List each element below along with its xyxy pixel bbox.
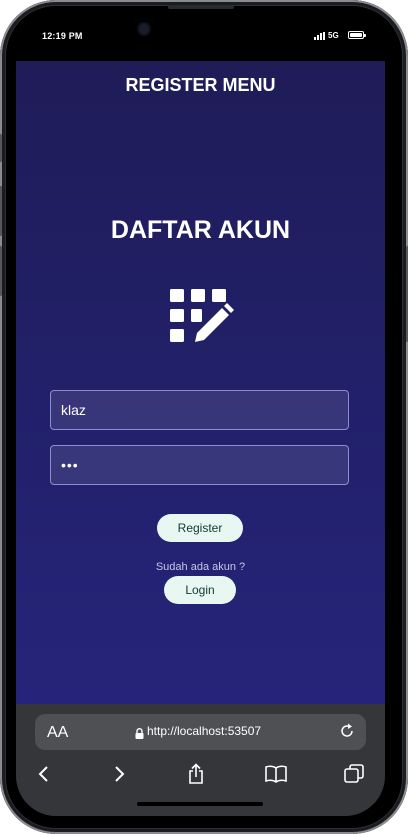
address-bar[interactable]: AA http://localhost:53507 (35, 714, 366, 750)
battery-icon (348, 31, 366, 39)
phone-frame: 12:19 PM 5G REGISTER MENU DAFTAR AKUN kl… (0, 0, 408, 834)
volume-up-button (0, 186, 2, 236)
bookmarks-icon[interactable] (264, 762, 288, 786)
register-page: REGISTER MENU DAFTAR AKUN klaz ••• Regis… (16, 61, 385, 704)
reload-icon[interactable] (338, 722, 356, 745)
speaker (168, 5, 234, 9)
volume-down-button (0, 246, 2, 296)
lock-icon (135, 726, 144, 744)
signal-bars-icon (314, 31, 325, 40)
tabs-icon[interactable] (342, 762, 366, 786)
register-button[interactable]: Register (157, 514, 243, 542)
status-bar: 12:19 PM 5G (16, 5, 386, 60)
url-text: http://localhost:53507 (147, 724, 262, 738)
password-field[interactable]: ••• (50, 445, 349, 485)
reader-settings-button[interactable]: AA (47, 724, 68, 742)
mute-switch (0, 134, 2, 162)
home-indicator (137, 802, 263, 806)
share-icon[interactable] (184, 762, 208, 786)
signal-indicator: 5G (314, 31, 339, 40)
camera (139, 24, 149, 34)
register-grid-pencil-icon (170, 289, 234, 349)
network-label: 5G (328, 31, 339, 40)
status-time: 12:19 PM (42, 31, 83, 41)
browser-toolbar: AA http://localhost:53507 (16, 704, 385, 816)
page-title: REGISTER MENU (125, 75, 276, 95)
back-icon[interactable] (32, 762, 56, 786)
username-field[interactable]: klaz (50, 390, 349, 430)
have-account-text: Sudah ada akun ? (155, 561, 246, 573)
login-button[interactable]: Login (164, 576, 236, 604)
browser-nav (16, 762, 385, 792)
register-heading: DAFTAR AKUN (110, 216, 291, 244)
forward-icon[interactable] (107, 762, 131, 786)
